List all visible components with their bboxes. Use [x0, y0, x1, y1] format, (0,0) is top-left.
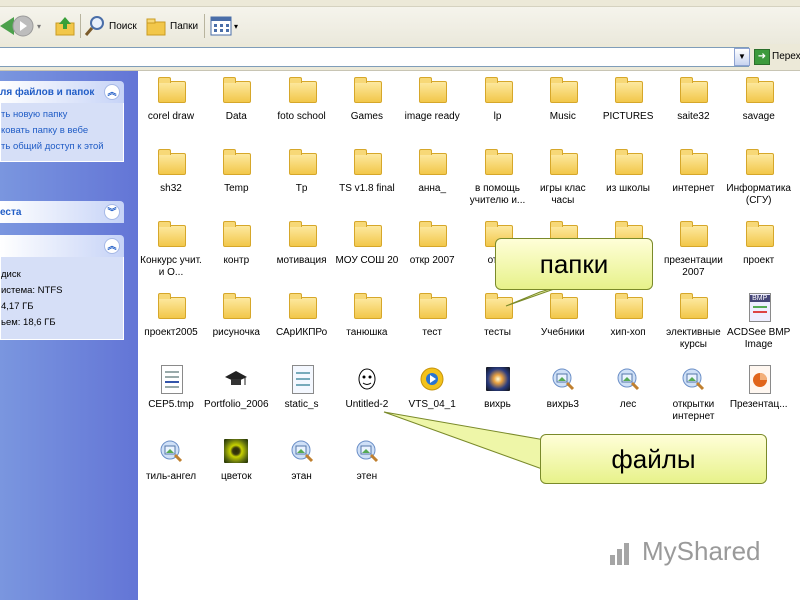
watermark-text: MyShared: [642, 536, 761, 566]
watermark-logo: MyShared: [608, 536, 761, 567]
files-callout: файлы: [540, 434, 767, 484]
callout-pointers: [383, 281, 575, 471]
files-callout-text: файлы: [611, 443, 696, 474]
folders-callout-text: папки: [539, 248, 609, 279]
folders-callout: папки: [495, 238, 653, 290]
logo-bars-icon: [608, 539, 636, 565]
files-callout-pointer: [383, 411, 546, 471]
